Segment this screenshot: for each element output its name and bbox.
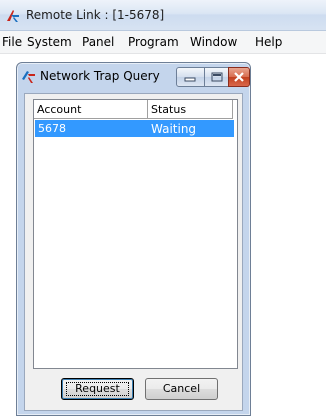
cell-status: Waiting xyxy=(151,122,197,136)
column-header-account[interactable]: Account xyxy=(34,100,148,119)
column-header-status[interactable]: Status xyxy=(148,100,233,119)
menubar: File System Panel Program Window Help xyxy=(0,31,326,54)
minimize-icon xyxy=(184,77,196,82)
cancel-button[interactable]: Cancel xyxy=(145,378,218,400)
close-button[interactable] xyxy=(228,67,250,87)
remote-link-logo-icon xyxy=(7,10,19,22)
dialog-title: Network Trap Query xyxy=(40,69,160,83)
list-row[interactable]: 5678 Waiting xyxy=(35,120,234,137)
dialog-client-area: Account Status 5678 Waiting Request Canc… xyxy=(24,93,243,411)
menu-window[interactable]: Window xyxy=(190,35,237,49)
menu-program[interactable]: Program xyxy=(128,35,179,49)
dialog-titlebar[interactable]: Network Trap Query xyxy=(17,63,250,87)
list-header: Account Status xyxy=(34,100,237,120)
network-trap-query-window: Network Trap Query Account Status 5678 W… xyxy=(16,62,251,416)
minimize-button[interactable] xyxy=(176,67,205,87)
cancel-button-label: Cancel xyxy=(162,382,201,395)
menu-file[interactable]: File xyxy=(2,35,22,49)
cell-account: 5678 xyxy=(38,122,66,135)
account-status-list[interactable]: Account Status 5678 Waiting xyxy=(33,99,238,369)
app-titlebar[interactable]: Remote Link : [1-5678] xyxy=(0,0,326,31)
menu-panel[interactable]: Panel xyxy=(82,35,114,49)
maximize-icon xyxy=(211,72,223,82)
request-button[interactable]: Request xyxy=(61,378,134,400)
menu-system[interactable]: System xyxy=(27,35,72,49)
menu-help[interactable]: Help xyxy=(255,35,282,49)
request-button-label: Request xyxy=(75,382,120,395)
remote-link-logo-icon xyxy=(22,71,35,83)
app-title: Remote Link : [1-5678] xyxy=(26,8,165,22)
close-icon xyxy=(234,72,244,82)
maximize-button[interactable] xyxy=(204,67,230,87)
